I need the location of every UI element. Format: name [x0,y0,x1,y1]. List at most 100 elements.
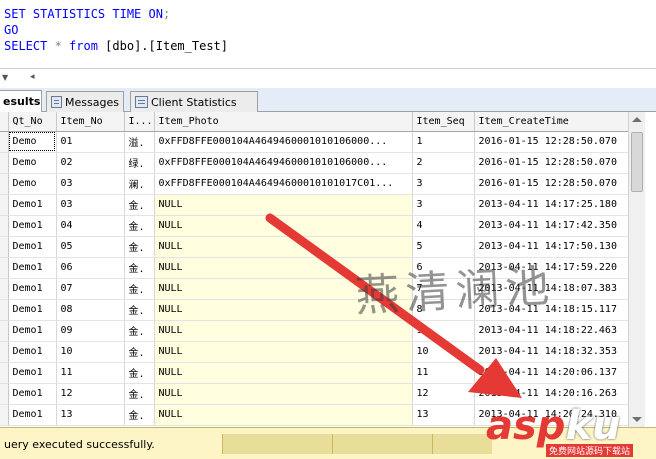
table-row[interactable]: Demo 02 绿. 0xFFD8FFE000104A4649460001010106… [0,152,628,174]
row-header[interactable] [0,299,9,321]
row-header[interactable] [0,173,9,195]
table-cell[interactable]: 金. [124,404,155,426]
table-cell[interactable]: 11 [56,362,125,384]
tab-client-statistics[interactable]: Client Statistics [130,91,258,112]
table-row[interactable]: Demo1 09 金. NULL 9 2013-04-11 14:18:22.463 [0,320,628,342]
table-cell[interactable]: 9 [412,320,475,342]
table-cell[interactable]: NULL [154,236,413,258]
table-cell[interactable]: 2013-04-11 14:18:32.353 [474,341,628,363]
column-header[interactable]: I... [124,112,155,132]
table-cell[interactable]: 2013-04-11 14:20:24.310 [474,404,628,426]
table-cell[interactable]: 12 [56,383,125,405]
table-cell[interactable]: 09 [56,320,125,342]
table-cell[interactable]: 金. [124,362,155,384]
column-header[interactable]: Item_No [56,112,125,132]
table-cell[interactable]: 澜. [124,173,155,195]
table-cell[interactable]: 8 [412,299,475,321]
table-cell[interactable]: 01 [56,131,125,153]
table-cell[interactable]: 金. [124,278,155,300]
corner-cell[interactable] [0,112,9,132]
table-cell[interactable]: 2016-01-15 12:28:50.070 [474,173,628,195]
column-header[interactable]: Item_CreateTime [474,112,628,132]
table-cell[interactable]: 2013-04-11 14:18:15.117 [474,299,628,321]
table-row[interactable]: Demo1 03 金. NULL 3 2013-04-11 14:17:25.180 [0,194,628,216]
table-cell[interactable]: Demo1 [8,257,57,279]
table-row[interactable]: Demo1 07 金. NULL 7 2013-04-11 14:18:07.383 [0,278,628,300]
vertical-scrollbar[interactable] [628,112,645,427]
table-row[interactable]: Demo1 13 金. NULL 13 2013-04-11 14:20:24.310 [0,404,628,426]
table-cell[interactable]: 10 [412,341,475,363]
table-cell[interactable]: NULL [154,341,413,363]
table-cell[interactable]: 溢. [124,131,155,153]
row-header[interactable] [0,131,9,153]
table-cell[interactable]: Demo [8,131,57,153]
table-cell[interactable]: 2013-04-11 14:17:50.130 [474,236,628,258]
row-header[interactable] [0,194,9,216]
tab-results[interactable]: esults [0,90,42,112]
table-cell[interactable]: 7 [412,278,475,300]
table-cell[interactable]: Demo1 [8,236,57,258]
table-cell[interactable]: 06 [56,257,125,279]
table-cell[interactable]: NULL [154,404,413,426]
column-header[interactable]: Qt_No [8,112,57,132]
table-cell[interactable]: 13 [412,404,475,426]
table-cell[interactable]: Demo1 [8,383,57,405]
row-header[interactable] [0,383,9,405]
table-cell[interactable]: 05 [56,236,125,258]
table-cell[interactable]: NULL [154,299,413,321]
table-cell[interactable]: NULL [154,362,413,384]
tab-messages[interactable]: Messages [46,91,124,112]
table-row[interactable]: Demo 01 溢. 0xFFD8FFE000104A4649460001010106… [0,131,628,153]
table-cell[interactable]: 04 [56,215,125,237]
scroll-left-arrow-icon[interactable]: ◂ [30,72,35,82]
table-cell[interactable]: 12 [412,383,475,405]
table-cell[interactable]: Demo1 [8,278,57,300]
table-cell[interactable]: NULL [154,257,413,279]
table-cell[interactable]: Demo1 [8,404,57,426]
table-cell[interactable]: 金. [124,383,155,405]
scroll-down-icon[interactable] [632,417,642,422]
scroll-thumb[interactable] [631,132,643,192]
table-row[interactable]: Demo1 10 金. NULL 10 2013-04-11 14:18:32.353 [0,341,628,363]
table-cell[interactable]: 金. [124,236,155,258]
table-cell[interactable]: Demo1 [8,341,57,363]
scroll-up-icon[interactable] [632,117,642,122]
table-cell[interactable]: 0xFFD8FFE000104A4649460001010106000... [154,152,413,174]
table-cell[interactable]: 03 [56,173,125,195]
table-cell[interactable]: Demo1 [8,362,57,384]
table-cell[interactable]: Demo1 [8,299,57,321]
table-cell[interactable]: 2013-04-11 14:17:42.350 [474,215,628,237]
table-cell[interactable]: 金. [124,257,155,279]
table-row[interactable]: Demo1 08 金. NULL 8 2013-04-11 14:18:15.117 [0,299,628,321]
table-cell[interactable]: 2013-04-11 14:20:06.137 [474,362,628,384]
table-cell[interactable]: 02 [56,152,125,174]
table-cell[interactable]: 2013-04-11 14:20:16.263 [474,383,628,405]
table-row[interactable]: Demo1 11 金. NULL 11 2013-04-11 14:20:06.137 [0,362,628,384]
table-cell[interactable]: 绿. [124,152,155,174]
table-cell[interactable]: 0xFFD8FFE000104A4649460001010106000... [154,131,413,153]
row-header[interactable] [0,320,9,342]
table-cell[interactable]: 2016-01-15 12:28:50.070 [474,152,628,174]
table-cell[interactable]: NULL [154,194,413,216]
table-cell[interactable]: NULL [154,215,413,237]
table-cell[interactable]: 5 [412,236,475,258]
results-grid[interactable]: Qt_No Item_No I... Item_Photo Item_Seq I… [0,112,628,427]
table-cell[interactable]: 3 [412,194,475,216]
table-cell[interactable]: 6 [412,257,475,279]
table-cell[interactable]: 03 [56,194,125,216]
row-header[interactable] [0,152,9,174]
table-row[interactable]: Demo1 05 金. NULL 5 2013-04-11 14:17:50.130 [0,236,628,258]
table-row[interactable]: Demo 03 澜. 0xFFD8FFE000104A4649460001010101… [0,173,628,195]
table-cell[interactable]: Demo1 [8,320,57,342]
table-cell[interactable]: 金. [124,299,155,321]
table-cell[interactable]: 08 [56,299,125,321]
table-cell[interactable]: Demo [8,173,57,195]
row-header[interactable] [0,362,9,384]
table-cell[interactable]: 11 [412,362,475,384]
row-header[interactable] [0,341,9,363]
row-header[interactable] [0,236,9,258]
table-cell[interactable]: 金. [124,341,155,363]
table-cell[interactable]: 13 [56,404,125,426]
table-cell[interactable]: 4 [412,215,475,237]
table-row[interactable]: Demo1 04 金. NULL 4 2013-04-11 14:17:42.350 [0,215,628,237]
